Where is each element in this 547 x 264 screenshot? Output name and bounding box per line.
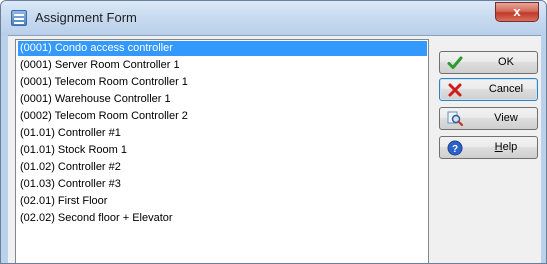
- list-item[interactable]: (02.01) First Floor: [18, 194, 427, 209]
- ok-button-label: OK: [498, 56, 514, 68]
- close-icon: x: [513, 4, 521, 19]
- help-accelerator: H: [494, 141, 503, 153]
- controller-listbox[interactable]: (0001) Condo access controller (0001) Se…: [15, 39, 429, 263]
- view-button[interactable]: View: [439, 107, 538, 130]
- svg-text:?: ?: [452, 144, 458, 155]
- view-button-label: View: [494, 112, 518, 124]
- list-item[interactable]: (0001) Server Room Controller 1: [18, 58, 427, 73]
- list-item[interactable]: (01.03) Controller #3: [18, 177, 427, 192]
- list-item[interactable]: (01.01) Controller #1: [18, 126, 427, 141]
- list-item[interactable]: (01.02) Controller #2: [18, 160, 427, 175]
- title-bar[interactable]: Assignment Form x: [1, 1, 546, 35]
- magnifier-icon: [447, 111, 463, 127]
- list-item[interactable]: (0001) Warehouse Controller 1: [18, 92, 427, 107]
- help-button[interactable]: ? Help: [439, 136, 538, 159]
- list-item[interactable]: (0001) Telecom Room Controller 1: [18, 75, 427, 90]
- assignment-form-window: Assignment Form x (0001) Condo access co…: [0, 0, 547, 264]
- help-button-label: Help: [478, 141, 534, 153]
- ok-button[interactable]: OK: [439, 51, 538, 74]
- checkmark-icon: [447, 56, 463, 69]
- button-panel: OK Cancel View ? Help: [430, 36, 541, 263]
- window-title: Assignment Form: [35, 10, 137, 25]
- dialog-body: (0001) Condo access controller (0001) Se…: [8, 35, 541, 263]
- list-item[interactable]: (01.01) Stock Room 1: [18, 143, 427, 158]
- close-button[interactable]: x: [495, 2, 539, 22]
- list-item[interactable]: (0002) Telecom Room Controller 2: [18, 109, 427, 124]
- form-icon: [11, 10, 27, 26]
- cancel-button[interactable]: Cancel: [439, 78, 538, 101]
- list-item[interactable]: (0001) Condo access controller: [18, 41, 427, 56]
- cancel-button-label: Cancel: [488, 83, 524, 95]
- help-icon: ?: [447, 140, 463, 156]
- list-item[interactable]: (02.02) Second floor + Elevator: [18, 211, 427, 226]
- x-mark-icon: [448, 83, 462, 97]
- help-label-rest: elp: [502, 141, 518, 153]
